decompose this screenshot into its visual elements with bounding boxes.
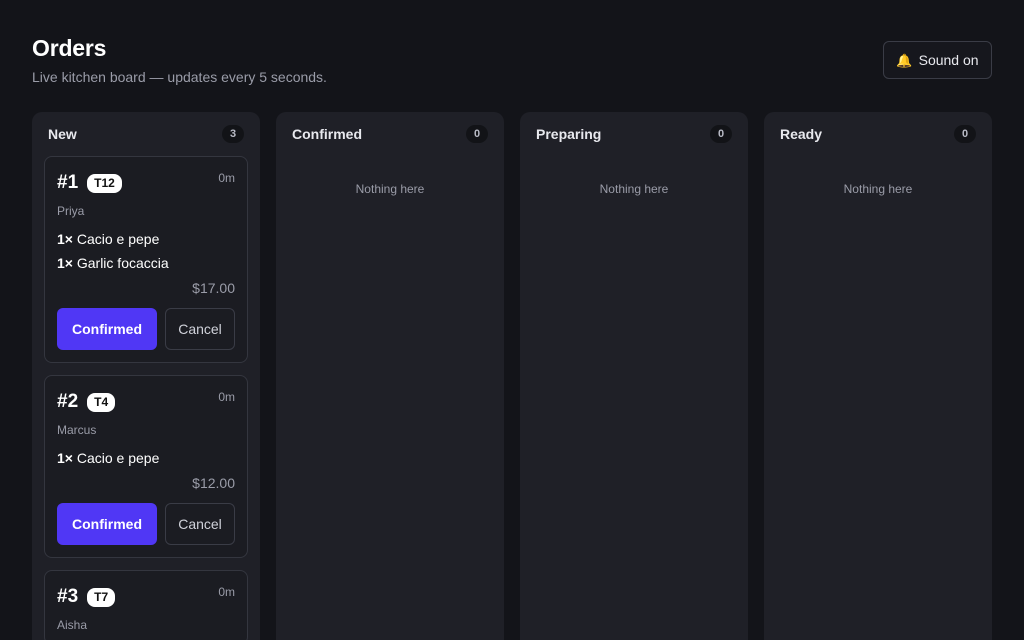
table-badge: T7 [87, 587, 116, 607]
column-title: Preparing [536, 126, 602, 142]
column-count-badge: 0 [954, 125, 976, 143]
column-header: Preparing 0 [532, 125, 736, 143]
bell-icon: 🔔 [896, 52, 913, 68]
order-item: 1× Cacio e pepe [57, 231, 160, 247]
confirm-button[interactable]: Confirmed [57, 503, 157, 545]
customer-name: Marcus [57, 423, 97, 437]
order-age: 0m [218, 585, 235, 599]
empty-state: Nothing here [355, 182, 425, 196]
column-header: Ready 0 [776, 125, 980, 143]
order-card: #3 T7 0m Aisha [44, 570, 248, 640]
column-header: Confirmed 0 [288, 125, 492, 143]
table-badge: T12 [87, 173, 122, 193]
column-preparing: Preparing 0 Nothing here [520, 112, 748, 640]
sound-toggle-button[interactable]: 🔔 Sound on [883, 41, 992, 79]
empty-state: Nothing here [843, 182, 913, 196]
column-count-badge: 0 [466, 125, 488, 143]
order-total: $17.00 [192, 280, 235, 296]
order-age: 0m [218, 390, 235, 404]
order-age: 0m [218, 171, 235, 185]
order-items: 1× Cacio e pepe 1× Garlic focaccia [57, 227, 235, 275]
page-header: Orders Live kitchen board — updates ever… [32, 34, 327, 86]
order-card: #2 T4 0m Marcus 1× Cacio e pepe $12.00 C… [44, 375, 248, 558]
order-number: #1 [57, 172, 79, 193]
column-title: New [48, 126, 77, 142]
page-subtitle: Live kitchen board — updates every 5 sec… [32, 69, 327, 85]
kitchen-board: New 3 #1 T12 0m Priya 1× Cacio e pepe 1×… [32, 112, 992, 640]
column-header: New 3 [44, 125, 248, 143]
order-number: #3 [57, 586, 79, 607]
cancel-button[interactable]: Cancel [165, 503, 235, 545]
order-card: #1 T12 0m Priya 1× Cacio e pepe 1× Garli… [44, 156, 248, 363]
column-confirmed: Confirmed 0 Nothing here [276, 112, 504, 640]
page-title: Orders [32, 35, 107, 61]
order-total: $12.00 [192, 475, 235, 491]
column-ready: Ready 0 Nothing here [764, 112, 992, 640]
column-title: Ready [780, 126, 823, 142]
cancel-button[interactable]: Cancel [165, 308, 235, 350]
order-item: 1× Garlic focaccia [57, 255, 169, 271]
orders-page: Orders Live kitchen board — updates ever… [0, 0, 1024, 640]
confirm-button[interactable]: Confirmed [57, 308, 157, 350]
column-title: Confirmed [292, 126, 362, 142]
column-new: New 3 #1 T12 0m Priya 1× Cacio e pepe 1×… [32, 112, 260, 640]
order-number: #2 [57, 391, 79, 412]
sound-toggle-label: Sound on [918, 52, 979, 68]
column-count-badge: 3 [222, 125, 244, 143]
table-badge: T4 [87, 392, 116, 412]
order-item: 1× Cacio e pepe [57, 450, 160, 466]
empty-state: Nothing here [599, 182, 669, 196]
order-items: 1× Cacio e pepe [57, 446, 235, 470]
customer-name: Aisha [57, 618, 88, 632]
customer-name: Priya [57, 204, 85, 218]
column-count-badge: 0 [710, 125, 732, 143]
